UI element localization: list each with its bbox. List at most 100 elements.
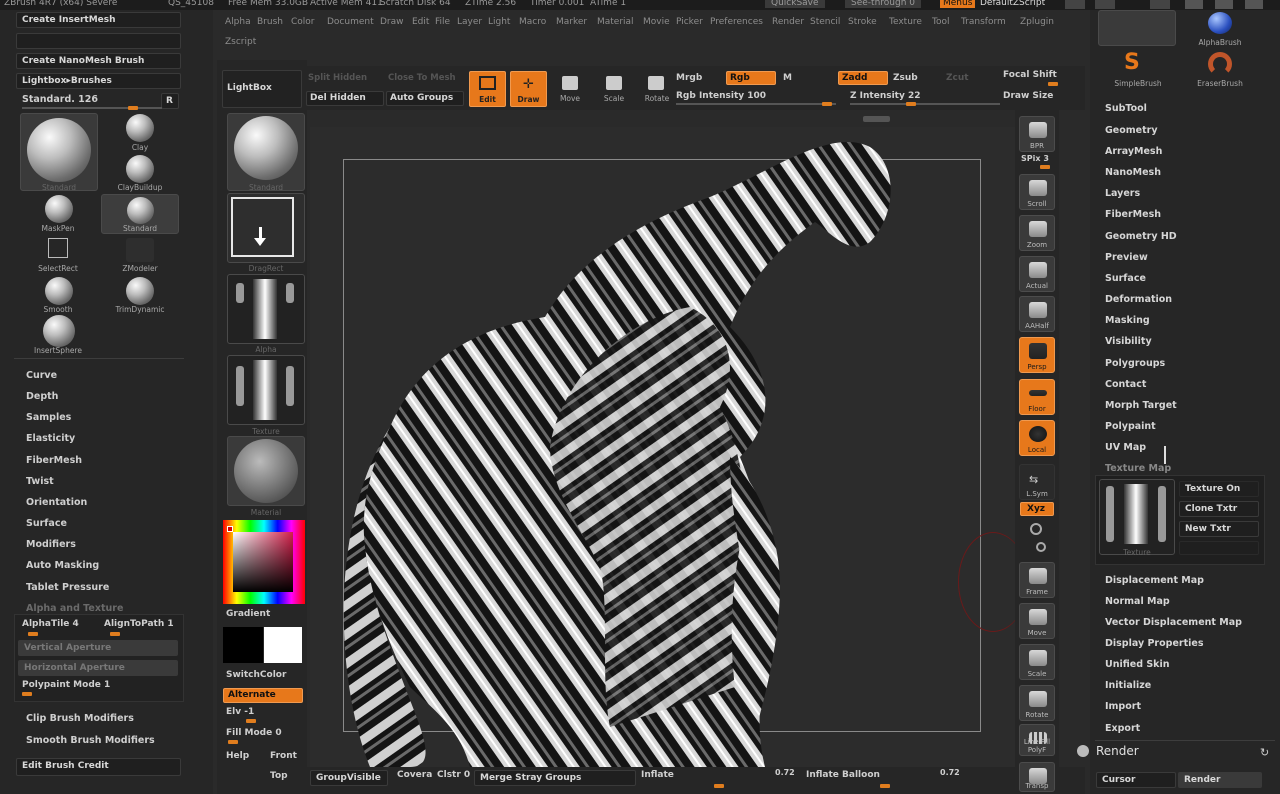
alternate-button[interactable]: Alternate — [223, 688, 303, 703]
section-alpha-texture[interactable]: Alpha and Texture — [26, 603, 123, 614]
smooth-brush-modifiers[interactable]: Smooth Brush Modifiers — [26, 735, 155, 746]
menu-material[interactable]: Material — [597, 17, 634, 27]
displacement-map-menu[interactable]: Displacement Map — [1105, 575, 1204, 586]
section-elasticity[interactable]: Elasticity — [26, 433, 75, 444]
rotate-y-icon[interactable] — [1030, 523, 1042, 535]
vector-displacement-map-menu[interactable]: Vector Displacement Map — [1105, 617, 1242, 628]
lightbox-button[interactable]: LightBox — [222, 70, 302, 108]
color-picker-ring[interactable] — [223, 520, 305, 604]
claybuildup-brush-icon[interactable] — [126, 155, 154, 183]
render-button[interactable]: Render — [1178, 772, 1262, 788]
alphabrush-icon[interactable] — [1208, 12, 1232, 34]
clay-brush-icon[interactable] — [126, 114, 154, 142]
masking-menu[interactable]: Masking — [1105, 315, 1150, 326]
inflate-balloon-knob[interactable] — [880, 784, 890, 788]
horizontal-aperture-slider[interactable]: Horizontal Aperture — [18, 660, 178, 676]
m-button[interactable]: M — [783, 73, 792, 83]
section-auto-masking[interactable]: Auto Masking — [26, 560, 99, 571]
xyz-button[interactable]: Xyz — [1020, 502, 1054, 516]
transp-button[interactable]: Transp — [1019, 762, 1055, 792]
aligntopath-knob[interactable] — [110, 632, 120, 636]
edit-mode-button[interactable]: Edit — [469, 71, 506, 107]
normal-map-menu[interactable]: Normal Map — [1105, 596, 1170, 607]
morph-target-menu[interactable]: Morph Target — [1105, 400, 1177, 411]
vertical-aperture-slider[interactable]: Vertical Aperture — [18, 640, 178, 656]
menu-brush[interactable]: Brush — [257, 17, 283, 27]
menus-toggle[interactable]: Menus — [940, 0, 976, 8]
geometry-menu[interactable]: Geometry — [1105, 125, 1158, 136]
polypaint-menu[interactable]: Polypaint — [1105, 421, 1156, 432]
z-intensity-slider[interactable]: Z Intensity 22 — [850, 91, 921, 101]
section-twist[interactable]: Twist — [26, 476, 54, 487]
texture-thumbnail[interactable] — [227, 355, 305, 425]
geometry-hd-menu[interactable]: Geometry HD — [1105, 231, 1177, 242]
quicksave-button[interactable]: QuickSave — [765, 0, 825, 8]
striped-mesh-model[interactable] — [310, 127, 1015, 767]
import-menu[interactable]: Import — [1105, 701, 1141, 712]
display-properties-menu[interactable]: Display Properties — [1105, 638, 1203, 649]
nanomesh-menu[interactable]: NanoMesh — [1105, 167, 1161, 178]
elv-knob[interactable] — [246, 719, 256, 723]
zmodeler-brush-icon[interactable] — [126, 238, 154, 262]
inflate-knob[interactable] — [714, 784, 724, 788]
lightbox-brushes-button[interactable]: Lightbox▸Brushes — [16, 73, 181, 89]
menu-macro[interactable]: Macro — [519, 17, 546, 27]
menu-render[interactable]: Render — [772, 17, 804, 27]
rotate-z-icon[interactable] — [1036, 542, 1046, 552]
fibermesh-menu[interactable]: FiberMesh — [1105, 209, 1161, 220]
contact-menu[interactable]: Contact — [1105, 379, 1146, 390]
export-menu[interactable]: Export — [1105, 723, 1140, 734]
texture-map-menu[interactable]: Texture Map — [1105, 463, 1171, 474]
help-button[interactable]: Help — [226, 751, 249, 761]
elv-slider[interactable]: Elv -1 — [226, 707, 254, 717]
zadd-button[interactable]: Zadd — [838, 71, 888, 85]
top-button[interactable]: Top — [270, 771, 288, 781]
fillmode-slider[interactable]: Fill Mode 0 — [226, 728, 282, 738]
menu-document[interactable]: Document — [327, 17, 374, 27]
uv-map-menu[interactable]: UV Map — [1105, 442, 1146, 453]
material-thumbnail[interactable] — [227, 436, 305, 506]
render-palette-title[interactable]: Render — [1096, 744, 1139, 758]
smooth-brush-icon[interactable] — [45, 277, 73, 305]
hand-icon[interactable] — [1150, 0, 1170, 9]
section-modifiers[interactable]: Modifiers — [26, 539, 76, 550]
focal-shift-slider[interactable]: Focal Shift — [1003, 70, 1057, 80]
simplebrush-icon[interactable]: S — [1124, 50, 1140, 75]
brush-standard-large[interactable] — [20, 113, 98, 191]
floor-button[interactable]: Floor — [1019, 379, 1055, 415]
frame-button[interactable]: Frame — [1019, 562, 1055, 598]
menu-stroke[interactable]: Stroke — [848, 17, 877, 27]
draw-mode-button[interactable]: ✛ Draw — [510, 71, 547, 107]
menu-alpha[interactable]: Alpha — [225, 17, 251, 27]
move-view-button[interactable]: Move — [1019, 603, 1055, 639]
draw-size-slider[interactable]: Draw Size — [1003, 91, 1053, 101]
covera-slider[interactable]: Covera — [397, 770, 432, 780]
initialize-menu[interactable]: Initialize — [1105, 680, 1151, 691]
rgb-intensity-knob[interactable] — [822, 102, 832, 106]
new-txtr-button[interactable]: New Txtr — [1179, 521, 1259, 537]
section-tablet-pressure[interactable]: Tablet Pressure — [26, 582, 109, 593]
unified-skin-menu[interactable]: Unified Skin — [1105, 659, 1170, 670]
create-nanomesh-button[interactable]: Create NanoMesh Brush — [16, 53, 181, 69]
insertsphere-brush-icon[interactable] — [43, 315, 75, 347]
scale-view-button[interactable]: Scale — [1019, 644, 1055, 680]
z-intensity-knob[interactable] — [906, 102, 916, 106]
groupvisible-button[interactable]: GroupVisible — [310, 770, 388, 786]
trimdynamic-brush-icon[interactable] — [126, 277, 154, 305]
arraymesh-menu[interactable]: ArrayMesh — [1105, 146, 1162, 157]
selectrect-brush-icon[interactable] — [48, 238, 68, 258]
texture-map-thumbnail[interactable] — [1099, 479, 1175, 555]
mrgb-button[interactable]: Mrgb — [676, 73, 702, 83]
fillmode-knob[interactable] — [228, 740, 238, 744]
rotate-view-button[interactable]: Rotate — [1019, 685, 1055, 721]
alphatile-slider[interactable]: AlphaTile 4 — [22, 619, 79, 629]
canvas-scroll-handle[interactable] — [863, 116, 890, 122]
aahalf-button[interactable]: AAHalf — [1019, 296, 1055, 332]
menu-transform[interactable]: Transform — [961, 17, 1006, 27]
alpha-thumbnail[interactable] — [227, 274, 305, 344]
menu-stencil[interactable]: Stencil — [810, 17, 840, 27]
rgb-intensity-slider[interactable]: Rgb Intensity 100 — [676, 91, 766, 101]
front-button[interactable]: Front — [270, 751, 297, 761]
menu-draw[interactable]: Draw — [380, 17, 404, 27]
brush-icon[interactable] — [1095, 0, 1115, 9]
